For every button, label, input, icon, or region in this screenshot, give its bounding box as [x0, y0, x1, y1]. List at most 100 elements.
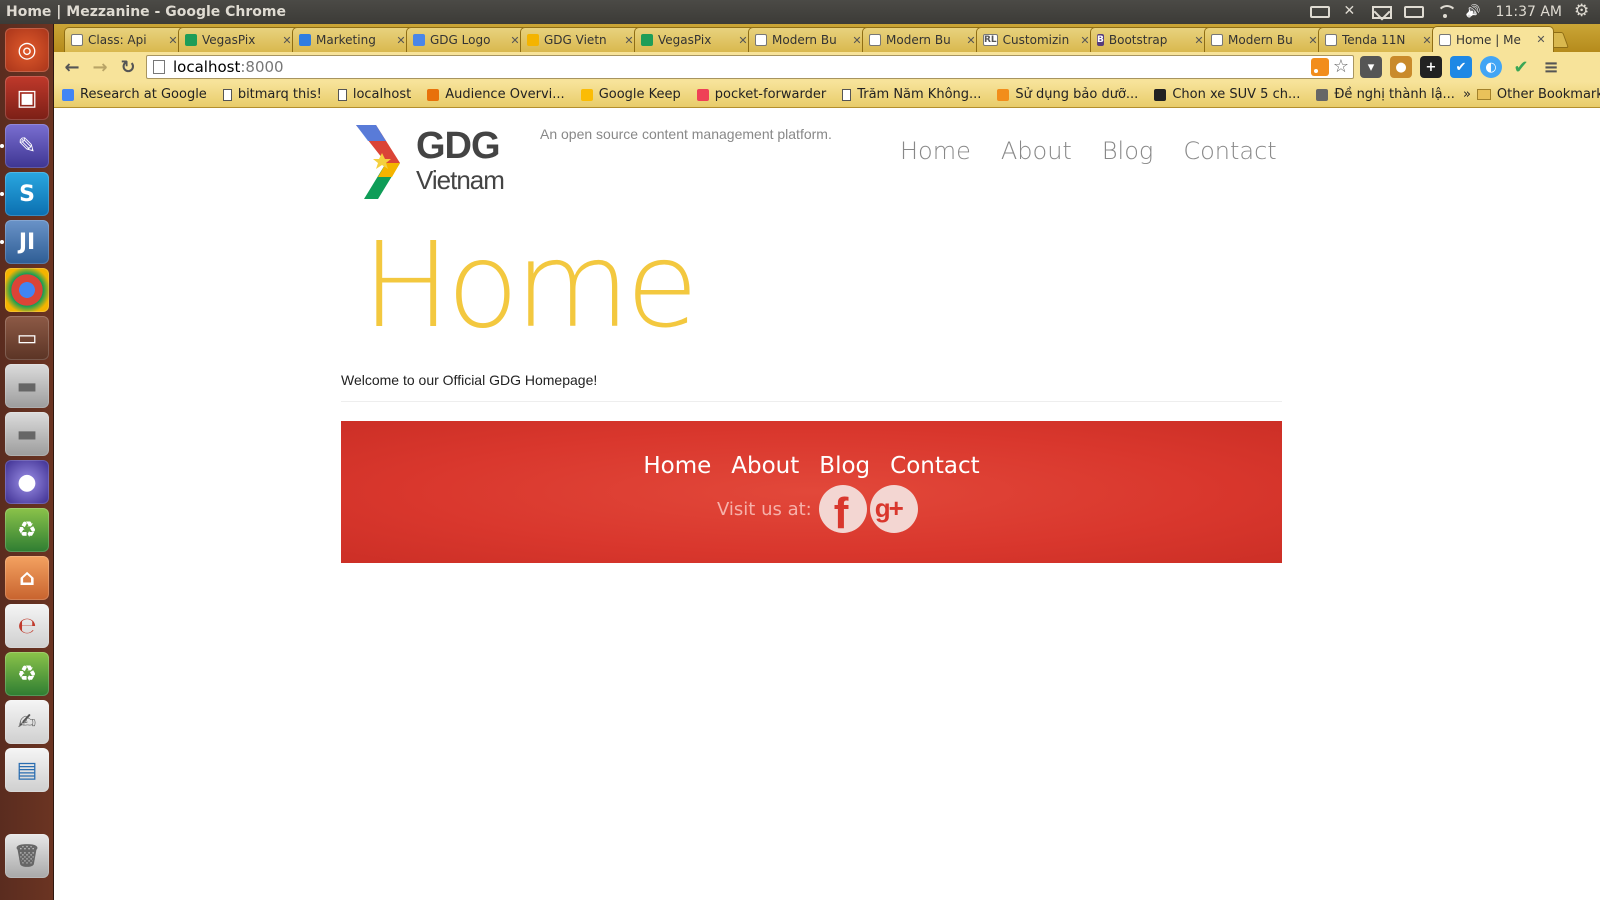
footer-nav-home[interactable]: Home	[643, 453, 711, 479]
eclipse-icon[interactable]: ●	[5, 460, 49, 504]
menu-icon[interactable]: ≡	[1540, 56, 1562, 78]
intellij-icon[interactable]: JI	[5, 220, 49, 264]
tab[interactable]: Modern Bu ✕	[748, 27, 870, 52]
footer-nav-about[interactable]: About	[731, 453, 799, 479]
facebook-icon[interactable]: f	[818, 485, 867, 533]
url-host: localhost	[173, 58, 241, 76]
pycharm-icon[interactable]: ♻	[5, 508, 49, 552]
reload-button[interactable]: ↻	[114, 54, 142, 80]
tab[interactable]: Modern Bu ✕	[862, 27, 984, 52]
bookmark-item[interactable]: Chon xe SUV 5 ch...	[1146, 87, 1308, 102]
forward-button[interactable]: →	[86, 54, 114, 80]
nav-blog[interactable]: Blog	[1102, 137, 1153, 165]
tab[interactable]: Tenda 11N ✕	[1318, 27, 1440, 52]
tab[interactable]: VegasPix ✕	[634, 27, 756, 52]
battery-icon[interactable]	[1403, 6, 1424, 18]
tab[interactable]: RL Customizin ✕	[976, 27, 1098, 52]
cookie-icon[interactable]: ●	[1390, 56, 1412, 78]
tab[interactable]: B Bootstrap ✕	[1090, 27, 1212, 52]
visit-label: Visit us at:	[717, 498, 812, 520]
trash-icon[interactable]: 🗑	[5, 834, 49, 878]
gdg-vietnam-logo[interactable]: GDG Vietnam	[356, 123, 514, 203]
social-links: Visit us at: f g+	[717, 485, 918, 533]
tab-favicon-icon	[527, 34, 539, 46]
site-tagline: An open source content management platfo…	[540, 126, 832, 142]
launcher-app-icon[interactable]: ▣	[5, 76, 49, 120]
bookmark-item[interactable]: Đề nghị thành lậ...	[1308, 87, 1463, 102]
bookmark-item[interactable]: Sử dụng bảo dưỡ...	[989, 87, 1146, 102]
top-panel: Home | Mezzanine - Google Chrome 11:37 A…	[0, 0, 1600, 24]
back-button[interactable]: ←	[58, 54, 86, 80]
tab-close-icon[interactable]: ✕	[1535, 33, 1547, 46]
tab-title: GDG Vietn	[544, 33, 607, 47]
checkmark-icon[interactable]: ✔	[1510, 56, 1532, 78]
nav-contact[interactable]: Contact	[1183, 137, 1276, 165]
text-editor-icon[interactable]: ✍	[5, 700, 49, 744]
tab-title: Modern Bu	[1228, 33, 1293, 47]
bookmark-item[interactable]: localhost	[330, 87, 419, 102]
bookmarks-overflow-button[interactable]: »	[1463, 87, 1477, 102]
bookmark-label: Trăm Năm Không...	[857, 87, 982, 102]
keyboard-icon[interactable]	[1309, 6, 1330, 18]
dash-home-icon[interactable]: ◎	[5, 28, 49, 72]
document-viewer-icon[interactable]: ℮	[5, 604, 49, 648]
writer-icon[interactable]: ▤	[5, 748, 49, 792]
pycharm-icon-2[interactable]: ♻	[5, 652, 49, 696]
bookmark-item[interactable]: pocket-forwarder	[689, 87, 834, 102]
tab[interactable]: GDG Logo ✕	[406, 27, 528, 52]
rss-icon[interactable]	[1310, 58, 1329, 76]
bookmark-label: Sử dụng bảo dưỡ...	[1015, 87, 1139, 102]
footer-nav-contact[interactable]: Contact	[890, 453, 979, 479]
launcher: ◎ ▣ ✎ S JI ▭ ▬ ▬ ● ♻ ⌂ ℮ ♻ ✍ ▤ 🗑	[0, 24, 54, 900]
mail-icon[interactable]	[1371, 5, 1392, 19]
plus-icon[interactable]: +	[1420, 56, 1442, 78]
tab-title: Bootstrap	[1108, 33, 1168, 47]
drive-icon-2[interactable]: ▬	[5, 412, 49, 456]
sync-icon[interactable]	[1342, 4, 1360, 19]
bookmark-item[interactable]: Google Keep	[573, 87, 689, 102]
tab-active[interactable]: Home | Me ✕	[1432, 26, 1554, 52]
tab-favicon-icon	[641, 34, 653, 46]
globe-icon[interactable]: ◐	[1480, 56, 1502, 78]
bookmark-item[interactable]: bitmarq this!	[215, 87, 330, 102]
system-tray: 11:37 AM	[1309, 1, 1600, 21]
logo-text-vietnam: Vietnam	[416, 165, 505, 195]
tab[interactable]: GDG Vietn ✕	[520, 27, 642, 52]
chrome-icon[interactable]	[5, 268, 49, 312]
nav-about[interactable]: About	[1001, 137, 1072, 165]
bookmark-item[interactable]: Research at Google	[54, 87, 215, 102]
tab[interactable]: Class: Api ✕	[64, 27, 186, 52]
bookmark-label: Google Keep	[598, 87, 681, 102]
bookmark-favicon-icon	[696, 88, 709, 101]
address-bar[interactable]: localhost:8000 ☆	[146, 55, 1354, 79]
bookmarks: Research at Google bitmarq this! localhost…	[54, 87, 1463, 102]
drive-icon[interactable]: ▬	[5, 364, 49, 408]
bookmark-item[interactable]: Audience Overvi...	[419, 87, 572, 102]
other-bookmarks-folder[interactable]: Other Bookmarks	[1476, 87, 1600, 102]
home-folder-icon[interactable]: ⌂	[5, 556, 49, 600]
toolbar: ← → ↻ localhost:8000 ☆ ▾ ● + ✔ ◐ ✔ ≡	[54, 52, 1600, 82]
page-title: Home	[362, 216, 698, 354]
mail-checker-icon[interactable]: ✔	[1450, 56, 1472, 78]
workspace-icon[interactable]: ▭	[5, 316, 49, 360]
bookmark-favicon-icon	[1154, 88, 1167, 101]
session-gear-icon[interactable]	[1574, 1, 1592, 21]
clock[interactable]: 11:37 AM	[1496, 4, 1562, 20]
tab-title: Customizin	[1002, 33, 1070, 47]
skype-icon[interactable]: S	[5, 172, 49, 216]
tab-title: Class: Api	[88, 33, 147, 47]
tab[interactable]: Modern Bu ✕	[1204, 27, 1326, 52]
bookmark-star-icon[interactable]: ☆	[1333, 58, 1349, 76]
volume-icon[interactable]	[1466, 5, 1484, 19]
emacs-icon[interactable]: ✎	[5, 124, 49, 168]
wifi-icon[interactable]	[1436, 5, 1457, 19]
nav-home[interactable]: Home	[900, 137, 971, 165]
bookmark-item[interactable]: Trăm Năm Không...	[834, 87, 989, 102]
google-plus-icon[interactable]: g+	[869, 485, 918, 533]
bookmark-label: pocket-forwarder	[714, 87, 827, 102]
tab[interactable]: VegasPix ✕	[178, 27, 300, 52]
footer-nav-blog[interactable]: Blog	[819, 453, 870, 479]
pocket-icon[interactable]: ▾	[1360, 56, 1382, 78]
tab-title: VegasPix	[202, 33, 256, 47]
tab[interactable]: Marketing ✕	[292, 27, 414, 52]
